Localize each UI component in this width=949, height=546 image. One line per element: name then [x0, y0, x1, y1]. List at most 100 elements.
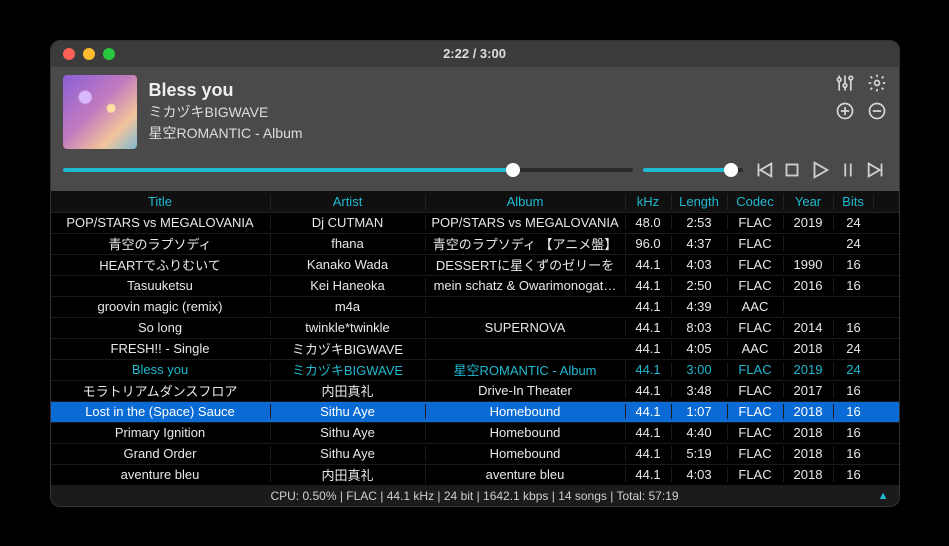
- col-year[interactable]: Year: [784, 194, 834, 209]
- transport-controls: [753, 159, 887, 181]
- settings-icon[interactable]: [867, 73, 887, 93]
- cell-bits: 16: [834, 320, 874, 335]
- table-header[interactable]: Title Artist Album kHz Length Codec Year…: [51, 191, 899, 213]
- cell-codec: FLAC: [728, 320, 784, 335]
- cell-khz: 44.1: [626, 446, 672, 461]
- cell-artist: twinkle*twinkle: [271, 320, 426, 335]
- expand-icon[interactable]: ▲: [878, 490, 889, 502]
- cell-bits: 16: [834, 404, 874, 419]
- table-row[interactable]: 青空のラプソディfhana青空のラプソディ 【アニメ盤】96.04:37FLAC…: [51, 234, 899, 255]
- cell-album: Homebound: [426, 404, 626, 419]
- stop-button[interactable]: [781, 159, 803, 181]
- col-album[interactable]: Album: [426, 194, 626, 209]
- table-row[interactable]: FRESH!! - SingleミカヅキBIGWAVE44.14:05AAC20…: [51, 339, 899, 360]
- cell-album: Homebound: [426, 425, 626, 440]
- play-button[interactable]: [809, 159, 831, 181]
- cell-album: mein schatz & Owarimonogat…: [426, 278, 626, 293]
- add-icon[interactable]: [835, 101, 855, 121]
- cell-artist: 内田真礼: [271, 465, 426, 484]
- cell-artist: Sithu Aye: [271, 404, 426, 419]
- cell-codec: FLAC: [728, 404, 784, 419]
- now-playing-header: Bless you ミカヅキBIGWAVE 星空ROMANTIC - Album: [51, 67, 899, 159]
- titlebar: 2:22 / 3:00: [51, 41, 899, 67]
- remove-icon[interactable]: [867, 101, 887, 121]
- track-meta: Bless you ミカヅキBIGWAVE 星空ROMANTIC - Album: [149, 75, 887, 149]
- cell-year: 2018: [784, 425, 834, 440]
- cell-artist: ミカヅキBIGWAVE: [271, 339, 426, 358]
- cell-bits: 16: [834, 446, 874, 461]
- cell-codec: FLAC: [728, 446, 784, 461]
- col-length[interactable]: Length: [672, 194, 728, 209]
- window-title: 2:22 / 3:00: [51, 46, 899, 61]
- cell-khz: 44.1: [626, 257, 672, 272]
- cell-year: 2016: [784, 278, 834, 293]
- cell-bits: 16: [834, 278, 874, 293]
- cell-title: Tasuuketsu: [51, 278, 271, 293]
- cell-length: 4:05: [672, 341, 728, 356]
- table-row[interactable]: Grand OrderSithu AyeHomebound44.15:19FLA…: [51, 444, 899, 465]
- table-row[interactable]: HEARTでふりむいてKanako WadaDESSERTに星くずのゼリーを44…: [51, 255, 899, 276]
- cell-length: 3:00: [672, 362, 728, 377]
- volume-bar[interactable]: [643, 168, 743, 172]
- cell-album: Drive-In Theater: [426, 383, 626, 398]
- prev-button[interactable]: [753, 159, 775, 181]
- cell-length: 3:48: [672, 383, 728, 398]
- table-row[interactable]: Bless youミカヅキBIGWAVE星空ROMANTIC - Album44…: [51, 360, 899, 381]
- cell-artist: 内田真礼: [271, 381, 426, 400]
- album-art[interactable]: [63, 75, 137, 149]
- cell-artist: fhana: [271, 236, 426, 251]
- cell-artist: Kei Haneoka: [271, 278, 426, 293]
- cell-artist: Sithu Aye: [271, 425, 426, 440]
- table-row[interactable]: So longtwinkle*twinkleSUPERNOVA44.18:03F…: [51, 318, 899, 339]
- cell-album: 青空のラプソディ 【アニメ盤】: [426, 234, 626, 253]
- cell-title: groovin magic (remix): [51, 299, 271, 314]
- seek-thumb[interactable]: [506, 163, 520, 177]
- table-row[interactable]: TasuuketsuKei Haneokamein schatz & Owari…: [51, 276, 899, 297]
- table-row[interactable]: POP/STARS vs MEGALOVANIADj CUTMANPOP/STA…: [51, 213, 899, 234]
- table-row[interactable]: モラトリアムダンスフロア内田真礼Drive-In Theater44.13:48…: [51, 381, 899, 402]
- col-codec[interactable]: Codec: [728, 194, 784, 209]
- playlist-table: Title Artist Album kHz Length Codec Year…: [51, 191, 899, 486]
- pause-button[interactable]: [837, 159, 859, 181]
- cell-khz: 48.0: [626, 215, 672, 230]
- cell-year: 2014: [784, 320, 834, 335]
- col-title[interactable]: Title: [51, 194, 271, 209]
- track-title: Bless you: [149, 80, 887, 101]
- cell-khz: 44.1: [626, 425, 672, 440]
- table-row[interactable]: Primary IgnitionSithu AyeHomebound44.14:…: [51, 423, 899, 444]
- status-text: CPU: 0.50% | FLAC | 44.1 kHz | 24 bit | …: [270, 489, 678, 503]
- cell-title: Lost in the (Space) Sauce: [51, 404, 271, 419]
- cell-artist: m4a: [271, 299, 426, 314]
- close-button[interactable]: [63, 48, 75, 60]
- cell-length: 2:50: [672, 278, 728, 293]
- window-controls: [51, 48, 115, 60]
- table-row[interactable]: aventure bleu内田真礼aventure bleu44.14:03FL…: [51, 465, 899, 486]
- cell-title: So long: [51, 320, 271, 335]
- cell-year: 2018: [784, 404, 834, 419]
- col-artist[interactable]: Artist: [271, 194, 426, 209]
- cell-title: FRESH!! - Single: [51, 341, 271, 356]
- cell-length: 4:03: [672, 257, 728, 272]
- col-khz[interactable]: kHz: [626, 194, 672, 209]
- track-album: 星空ROMANTIC - Album: [149, 123, 887, 143]
- equalizer-icon[interactable]: [835, 73, 855, 93]
- cell-title: 青空のラプソディ: [51, 234, 271, 253]
- cell-title: Primary Ignition: [51, 425, 271, 440]
- cell-year: 2018: [784, 446, 834, 461]
- table-row[interactable]: groovin magic (remix)m4a44.14:39AAC: [51, 297, 899, 318]
- col-bits[interactable]: Bits: [834, 194, 874, 209]
- next-button[interactable]: [865, 159, 887, 181]
- maximize-button[interactable]: [103, 48, 115, 60]
- seek-fill: [63, 168, 513, 172]
- cell-codec: FLAC: [728, 383, 784, 398]
- cell-bits: 16: [834, 425, 874, 440]
- minimize-button[interactable]: [83, 48, 95, 60]
- table-row[interactable]: Lost in the (Space) SauceSithu AyeHomebo…: [51, 402, 899, 423]
- cell-year: 2018: [784, 341, 834, 356]
- cell-bits: 24: [834, 215, 874, 230]
- seek-bar[interactable]: [63, 168, 633, 172]
- cell-length: 2:53: [672, 215, 728, 230]
- cell-khz: 44.1: [626, 404, 672, 419]
- cell-khz: 44.1: [626, 278, 672, 293]
- volume-thumb[interactable]: [724, 163, 738, 177]
